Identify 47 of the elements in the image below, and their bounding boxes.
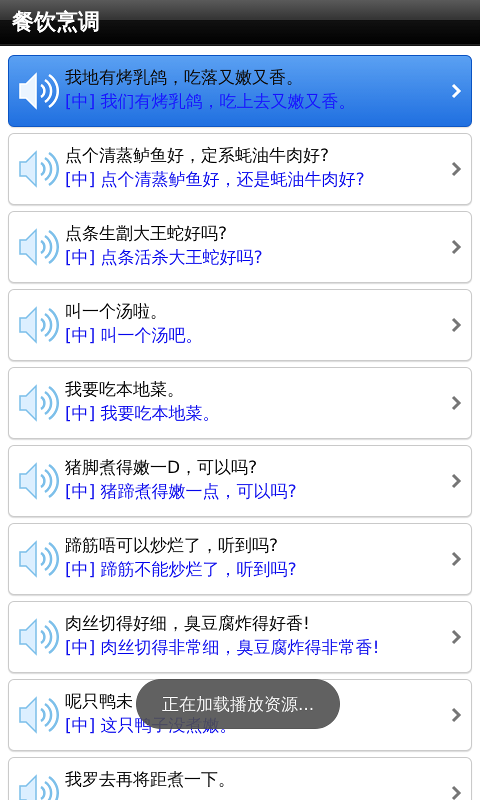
mandarin-text: [中] 肉丝切得非常细，臭豆腐炸得非常香! bbox=[65, 638, 380, 658]
mandarin-text: [中] 我们有烤乳鸽，吃上去又嫩又香。 bbox=[65, 92, 356, 112]
chevron-icon bbox=[451, 161, 461, 177]
mandarin-text: [中] 猪蹄煮得嫩一点，可以吗? bbox=[65, 482, 297, 502]
cantonese-text: 点个清蒸鲈鱼好，定系蚝油牛肉好? bbox=[65, 146, 330, 166]
mandarin-text: [中] 点个清蒸鲈鱼好，还是蚝油牛肉好? bbox=[65, 170, 365, 190]
mandarin-text: [中] 我要吃本地菜。 bbox=[65, 404, 220, 424]
speaker-icon bbox=[17, 382, 59, 424]
cantonese-text: 叫一个汤啦。 bbox=[65, 302, 167, 322]
chevron-icon bbox=[451, 473, 461, 489]
phrase-row[interactable]: 肉丝切得好细，臭豆腐炸得好香! [中] 肉丝切得非常细，臭豆腐炸得非常香! bbox=[8, 601, 472, 673]
phrase-row[interactable]: 猪脚煮得嫩一D，可以吗? [中] 猪蹄煮得嫩一点，可以吗? bbox=[8, 445, 472, 517]
chevron-icon bbox=[451, 629, 461, 645]
mandarin-text: [中] 点条活杀大王蛇好吗? bbox=[65, 248, 263, 268]
chevron-icon bbox=[451, 317, 461, 333]
chevron-icon bbox=[451, 395, 461, 411]
screen-title: 餐饮烹调 bbox=[12, 8, 100, 37]
speaker-icon bbox=[17, 460, 59, 502]
cantonese-text: 蹄筋唔可以炒烂了，听到吗? bbox=[65, 536, 278, 556]
speaker-icon bbox=[17, 304, 59, 346]
cantonese-text: 我罗去再将距煮一下。 bbox=[65, 770, 235, 790]
cantonese-text: 猪脚煮得嫩一D，可以吗? bbox=[65, 458, 258, 478]
phrase-row[interactable]: 叫一个汤啦。 [中] 叫一个汤吧。 bbox=[8, 289, 472, 361]
speaker-icon bbox=[17, 694, 59, 736]
cantonese-text: 呢只鸭未 bbox=[65, 692, 133, 712]
phrase-row[interactable]: 蹄筋唔可以炒烂了，听到吗? [中] 蹄筋不能炒烂了，听到吗? bbox=[8, 523, 472, 595]
phrase-row[interactable]: 我罗去再将距煮一下。 bbox=[8, 757, 472, 800]
mandarin-text: [中] 蹄筋不能炒烂了，听到吗? bbox=[65, 560, 297, 580]
chevron-icon bbox=[451, 707, 461, 723]
mandarin-text: [中] 叫一个汤吧。 bbox=[65, 326, 203, 346]
cantonese-text: 点条生劏大王蛇好吗? bbox=[65, 224, 228, 244]
cantonese-text: 我要吃本地菜。 bbox=[65, 380, 184, 400]
speaker-icon bbox=[17, 148, 59, 190]
cantonese-text: 我地有烤乳鸽，吃落又嫩又香。 bbox=[65, 68, 303, 88]
phrase-row[interactable]: 我要吃本地菜。 [中] 我要吃本地菜。 bbox=[8, 367, 472, 439]
speaker-icon bbox=[17, 70, 59, 112]
speaker-icon bbox=[17, 616, 59, 658]
speaker-icon bbox=[17, 538, 59, 580]
phrase-row[interactable]: 点条生劏大王蛇好吗? [中] 点条活杀大王蛇好吗? bbox=[8, 211, 472, 283]
phrase-row[interactable]: 点个清蒸鲈鱼好，定系蚝油牛肉好? [中] 点个清蒸鲈鱼好，还是蚝油牛肉好? bbox=[8, 133, 472, 205]
cantonese-text: 肉丝切得好细，臭豆腐炸得好香! bbox=[65, 614, 310, 634]
speaker-icon bbox=[17, 226, 59, 268]
chevron-icon bbox=[451, 785, 461, 800]
chevron-icon bbox=[451, 83, 461, 99]
phrase-row[interactable]: 我地有烤乳鸽，吃落又嫩又香。 [中] 我们有烤乳鸽，吃上去又嫩又香。 bbox=[8, 55, 472, 127]
chevron-icon bbox=[451, 239, 461, 255]
chevron-icon bbox=[451, 551, 461, 567]
